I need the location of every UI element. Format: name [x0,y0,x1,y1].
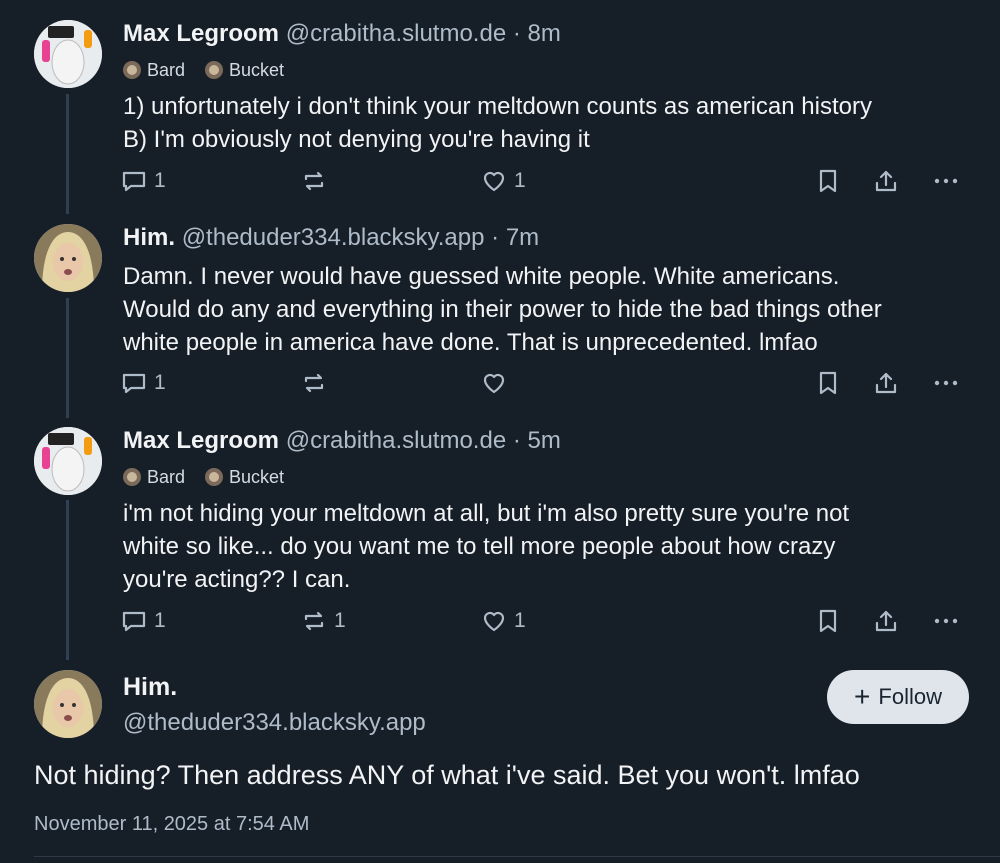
heart-icon [483,171,505,192]
speech-bubble-icon [122,373,146,394]
avatar[interactable] [34,427,102,495]
more-button[interactable] [932,366,960,400]
badge-icon [205,468,224,486]
bookmark-icon [819,169,837,193]
post-text: 1) unfortunately i don't think your melt… [123,90,973,156]
reply-button[interactable]: 1 [120,604,166,638]
badge[interactable]: Bard [123,466,185,488]
follow-button[interactable]: + Follow [827,670,969,724]
post-text-line: i'm not hiding your meltdown at all, but… [123,500,850,527]
main-post-date[interactable]: November 11, 2025 at 7:54 AM [34,813,309,836]
repost-arrows-icon [304,373,324,393]
reply-button[interactable]: 1 [120,164,166,198]
badge-icon [205,61,224,79]
badge[interactable]: Bucket [205,59,284,81]
bookmark-button[interactable] [815,164,841,198]
ellipsis-icon [934,178,958,184]
reply-post[interactable]: Max Legroom @crabitha.slutmo.de · 8m Bar… [0,0,1000,210]
badge[interactable]: Bard [123,59,185,81]
plus-icon: + [854,681,871,712]
reply-count: 1 [154,169,166,192]
repost-arrows-icon [304,171,324,191]
like-count: 1 [514,609,526,632]
divider [34,856,1000,857]
reply-post[interactable]: Max Legroom @crabitha.slutmo.de · 5m Bar… [0,415,1000,660]
like-button[interactable]: 1 [480,164,526,198]
timestamp[interactable]: 5m [528,427,561,454]
badge-icon [123,468,141,486]
speech-bubble-icon [122,611,146,632]
badge-label: Bard [147,60,186,80]
reply-button[interactable]: 1 [120,366,166,400]
post-text-line: Damn. I never would have guessed white p… [123,263,840,290]
repost-button[interactable] [300,366,334,400]
follow-label: Follow [878,684,942,709]
post-text: i'm not hiding your meltdown at all, but… [123,497,973,596]
action-bar: 1 [120,366,970,400]
share-icon [875,610,897,632]
post-text-line: Would do any and everything in their pow… [123,296,882,323]
more-button[interactable] [932,164,960,198]
main-post-text: Not hiding? Then address ANY of what i'v… [34,760,860,790]
post-text-line: B) I'm obviously not denying you're havi… [123,126,590,153]
badge-label: Bard [147,467,186,487]
main-post-author-name[interactable]: Him. [123,673,177,702]
reply-count: 1 [154,371,166,394]
more-button[interactable] [932,604,960,638]
share-button[interactable] [872,366,900,400]
author-name[interactable]: Max Legroom [123,427,279,454]
speech-bubble-icon [122,171,146,192]
separator: · [512,427,521,454]
separator: · [512,20,521,47]
bookmark-icon [819,609,837,633]
post-text-line: white people in america have done. That … [123,329,818,356]
main-post-avatar[interactable] [34,670,102,738]
author-handle[interactable]: @crabitha.slutmo.de [286,20,506,47]
badge-label: Bucket [229,467,285,487]
badge-label: Bucket [229,60,285,80]
repost-button[interactable]: 1 [300,604,346,638]
repost-arrows-icon [304,611,324,631]
author-handle[interactable]: @theduder334.blacksky.app [182,224,485,251]
author-name[interactable]: Him. [123,224,175,251]
post-text-line: you're acting?? I can. [123,566,351,593]
avatar[interactable] [34,224,102,292]
author-name[interactable]: Max Legroom [123,20,279,47]
ellipsis-icon [934,380,958,386]
share-icon [875,372,897,394]
timestamp[interactable]: 7m [506,224,539,251]
timestamp[interactable]: 8m [528,20,561,47]
like-count: 1 [514,169,526,192]
bookmark-button[interactable] [815,366,841,400]
repost-count: 1 [334,609,346,632]
bookmark-button[interactable] [815,604,841,638]
share-icon [875,170,897,192]
like-button[interactable] [480,366,514,400]
badge[interactable]: Bucket [205,466,284,488]
post-text-line: white so like... do you want me to tell … [123,533,836,560]
action-bar: 1 1 [120,164,970,198]
avatar[interactable] [34,20,102,88]
like-button[interactable]: 1 [480,604,526,638]
author-handle[interactable]: @crabitha.slutmo.de [286,427,506,454]
repost-button[interactable] [300,164,334,198]
ellipsis-icon [934,618,958,624]
share-button[interactable] [872,164,900,198]
action-bar: 1 1 1 [120,604,970,638]
main-post-author-handle[interactable]: @theduder334.blacksky.app [123,709,426,737]
badge-icon [123,61,141,79]
heart-icon [483,373,505,394]
separator: · [491,224,500,251]
reply-post[interactable]: Him. @theduder334.blacksky.app · 7m Damn… [0,210,1000,415]
heart-icon [483,611,505,632]
share-button[interactable] [872,604,900,638]
post-text: Damn. I never would have guessed white p… [123,260,973,359]
post-text-line: 1) unfortunately i don't think your melt… [123,93,872,120]
reply-count: 1 [154,609,166,632]
bookmark-icon [819,371,837,395]
